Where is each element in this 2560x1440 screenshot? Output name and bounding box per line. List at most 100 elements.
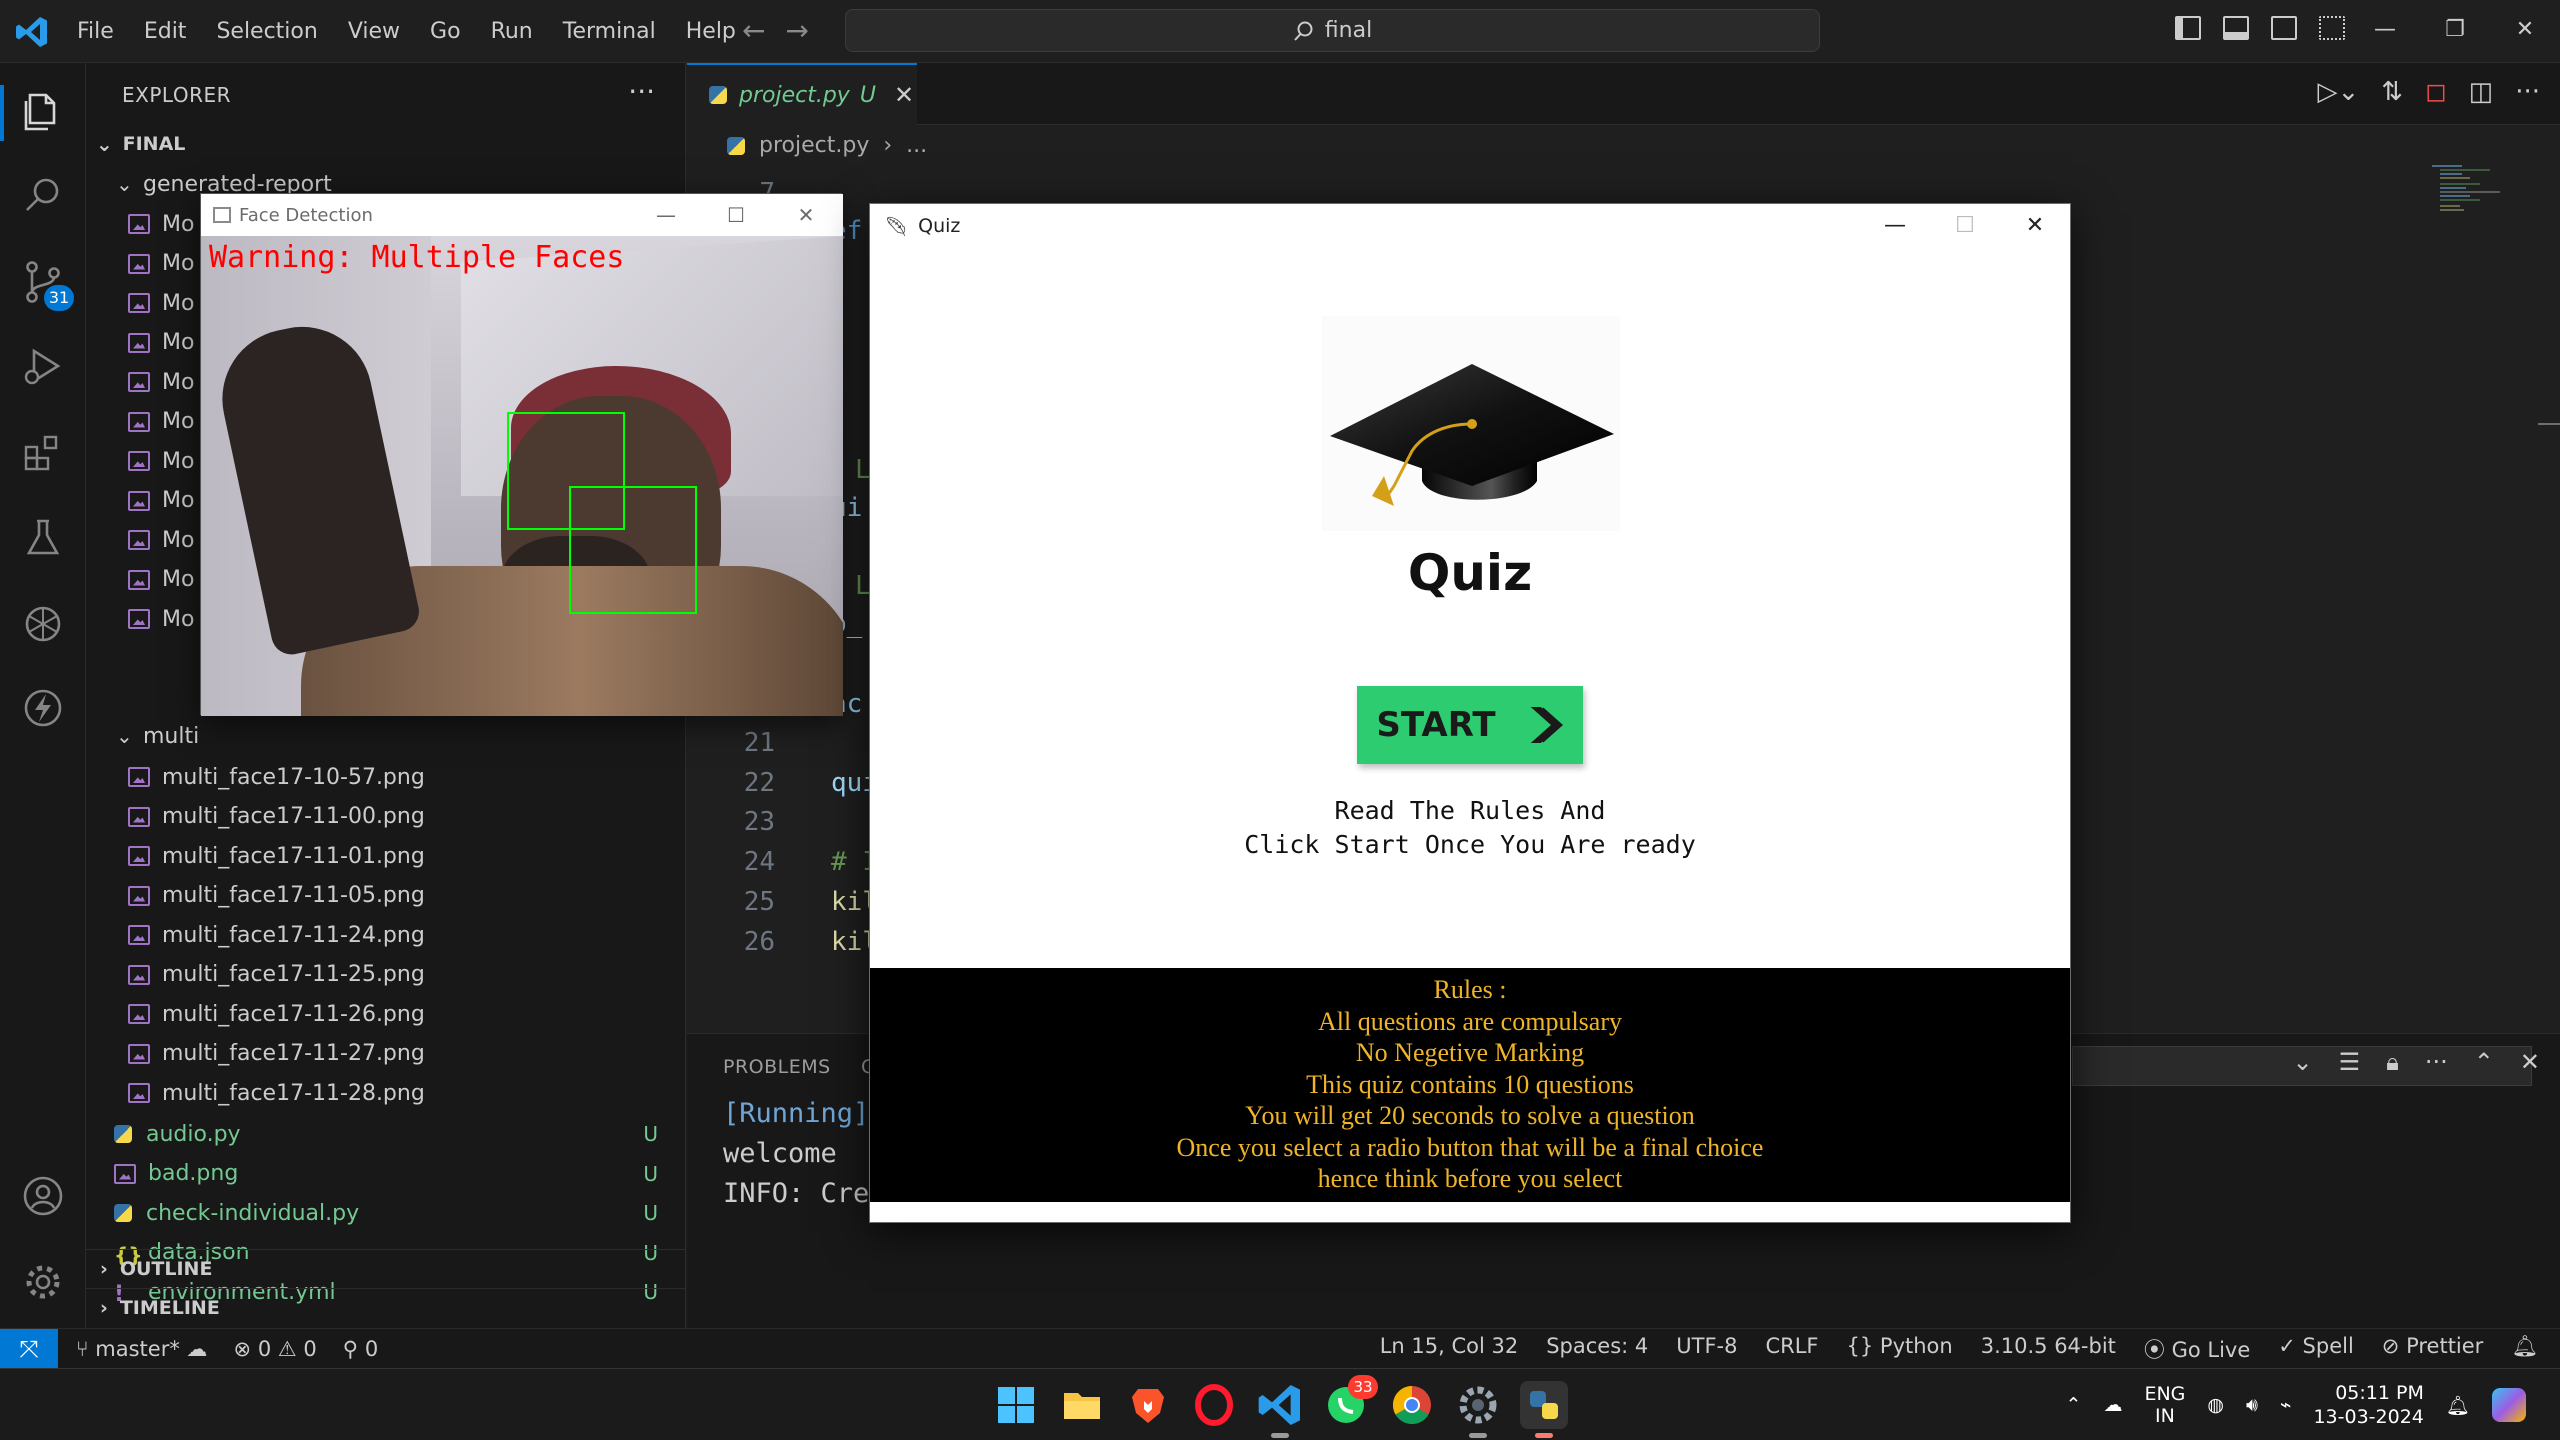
code-line[interactable]: 21	[687, 723, 831, 763]
list-item[interactable]: multi_face17-11-01.png	[86, 837, 686, 875]
select-dropdown-chevron-icon[interactable]: ⌄	[2292, 1048, 2312, 1076]
list-item[interactable]: check-individual.py U	[86, 1194, 686, 1232]
notifications-icon[interactable]: 🔔︎	[2446, 1394, 2470, 1417]
clear-output-icon[interactable]: ☰	[2339, 1048, 2361, 1076]
restore-button[interactable]: ❐	[2420, 0, 2490, 63]
maximize-button[interactable]: ☐	[701, 194, 771, 236]
extensions-icon[interactable]	[20, 429, 66, 475]
close-button[interactable]: ✕	[2000, 204, 2070, 248]
close-button[interactable]: ✕	[771, 194, 841, 236]
menu-selection[interactable]: Selection	[216, 19, 317, 44]
menu-file[interactable]: File	[77, 19, 114, 44]
more-actions-icon[interactable]: ···	[2425, 1048, 2448, 1076]
outline-section[interactable]: › OUTLINE	[86, 1249, 686, 1287]
spell-button[interactable]: ✓ Spell	[2278, 1334, 2354, 1364]
tab-close-icon[interactable]: ✕	[894, 81, 914, 109]
windows-start-icon[interactable]	[992, 1381, 1040, 1429]
cursor-position[interactable]: Ln 15, Col 32	[1380, 1334, 1519, 1364]
settings-taskbar-icon[interactable]	[1454, 1381, 1502, 1429]
list-item[interactable]: multi_face17-11-27.png	[86, 1035, 686, 1073]
language-mode[interactable]: {} Python	[1847, 1334, 1953, 1364]
folder-root[interactable]: ⌄ FINAL	[86, 125, 686, 163]
battery-icon[interactable]: ⌁	[2280, 1394, 2291, 1416]
run-python-icon[interactable]: ▷⌄	[2317, 77, 2359, 107]
list-item[interactable]: multi_face17-10-57.png	[86, 758, 686, 796]
command-center-search[interactable]: final	[845, 9, 1820, 52]
lock-icon[interactable]: 🔒︎	[2386, 1048, 2399, 1076]
line-ending[interactable]: CRLF	[1765, 1334, 1818, 1364]
minimize-button[interactable]: —	[2350, 0, 2420, 63]
search-icon[interactable]	[20, 173, 66, 219]
list-item[interactable]: multi_face17-11-05.png	[86, 877, 686, 915]
opera-browser-icon[interactable]	[1190, 1381, 1238, 1429]
onedrive-cloud-icon[interactable]: ☁	[2103, 1394, 2122, 1416]
ports-status[interactable]: ⚲ 0	[343, 1337, 378, 1361]
explorer-more-actions[interactable]: ···	[628, 75, 655, 108]
toggle-primary-sidebar-icon[interactable]	[2175, 16, 2201, 40]
accounts-icon[interactable]	[20, 1173, 66, 1219]
folder-multi[interactable]: ⌄ multi	[86, 717, 686, 755]
list-item[interactable]: multi_face17-11-25.png	[86, 956, 686, 994]
timeline-section[interactable]: › TIMELINE	[86, 1288, 686, 1326]
back-arrow-icon[interactable]: ←	[742, 14, 765, 47]
close-panel-icon[interactable]: ✕	[2520, 1048, 2540, 1076]
tab-project-py[interactable]: project.py U ✕	[687, 63, 917, 125]
settings-gear-icon[interactable]	[20, 1259, 66, 1305]
list-item[interactable]: multi_face17-11-28.png	[86, 1074, 686, 1112]
python-taskbar-icon[interactable]	[1520, 1381, 1568, 1429]
branch-status[interactable]: ⑂ master* ☁	[76, 1337, 208, 1361]
maximize-button[interactable]: ☐	[1930, 204, 2000, 248]
menu-terminal[interactable]: Terminal	[563, 19, 656, 44]
code-line[interactable]: 22 qui	[687, 763, 878, 803]
forward-arrow-icon[interactable]: →	[785, 14, 808, 47]
problems-status[interactable]: ⊗ 0 ⚠ 0	[234, 1337, 317, 1361]
code-line[interactable]: 23	[687, 802, 831, 842]
file-explorer-icon[interactable]	[1058, 1381, 1106, 1429]
list-item[interactable]: multi_face17-11-26.png	[86, 995, 686, 1033]
input-language[interactable]: ENG IN	[2144, 1383, 2185, 1427]
toggle-secondary-sidebar-icon[interactable]	[2271, 16, 2297, 40]
vscode-taskbar-icon[interactable]	[1256, 1381, 1304, 1429]
compare-changes-icon[interactable]: ⇅	[2381, 77, 2403, 107]
stop-icon[interactable]: ◻	[2425, 77, 2447, 107]
testing-flask-icon[interactable]	[20, 515, 66, 561]
code-line[interactable]: 25 kil	[687, 882, 878, 922]
customize-layout-icon[interactable]	[2319, 16, 2345, 40]
menu-edit[interactable]: Edit	[144, 19, 187, 44]
explorer-icon[interactable]	[20, 89, 66, 135]
list-item[interactable]: multi_face17-11-00.png	[86, 798, 686, 836]
notifications-bell-icon[interactable]: 🔔︎	[2511, 1334, 2538, 1364]
more-actions-icon[interactable]: ···	[2515, 77, 2540, 107]
prettier-button[interactable]: ⊘ Prettier	[2382, 1334, 2484, 1364]
source-control-icon[interactable]: 31	[20, 259, 74, 311]
clock[interactable]: 05:11 PM 13-03-2024	[2313, 1381, 2423, 1429]
volume-icon[interactable]: 🔊︎	[2246, 1394, 2258, 1416]
thunder-client-icon[interactable]	[20, 685, 66, 731]
toggle-panel-icon[interactable]	[2223, 16, 2249, 40]
minimize-button[interactable]: —	[1860, 204, 1930, 248]
go-live-button[interactable]: ⦿ Go Live	[2144, 1334, 2250, 1364]
openai-icon[interactable]	[20, 601, 66, 647]
split-editor-icon[interactable]: ◫	[2469, 77, 2494, 107]
code-line[interactable]: 26 kil	[687, 922, 878, 962]
brave-browser-icon[interactable]	[1124, 1381, 1172, 1429]
whatsapp-icon[interactable]: 33	[1322, 1375, 1378, 1429]
copilot-icon[interactable]	[2492, 1388, 2526, 1422]
run-debug-icon[interactable]	[20, 343, 66, 389]
remote-indicator-icon[interactable]: ⤧	[0, 1328, 58, 1369]
tab-problems[interactable]: PROBLEMS	[723, 1056, 831, 1078]
show-hidden-icons-chevron-icon[interactable]: ⌃	[2066, 1394, 2082, 1416]
menu-run[interactable]: Run	[491, 19, 533, 44]
menu-view[interactable]: View	[348, 19, 400, 44]
list-item[interactable]: audio.py U	[86, 1115, 686, 1153]
chrome-icon[interactable]	[1388, 1381, 1436, 1429]
breadcrumb-symbol[interactable]: ...	[906, 133, 927, 158]
python-interpreter[interactable]: 3.10.5 64-bit	[1981, 1334, 2116, 1364]
minimize-button[interactable]: —	[631, 194, 701, 236]
menu-help[interactable]: Help	[686, 19, 736, 44]
list-item[interactable]: multi_face17-11-24.png	[86, 916, 686, 954]
list-item[interactable]: bad.png U	[86, 1155, 686, 1193]
menu-go[interactable]: Go	[430, 19, 461, 44]
start-button[interactable]: START	[1357, 686, 1583, 764]
code-line[interactable]: 24 # I	[687, 842, 878, 882]
